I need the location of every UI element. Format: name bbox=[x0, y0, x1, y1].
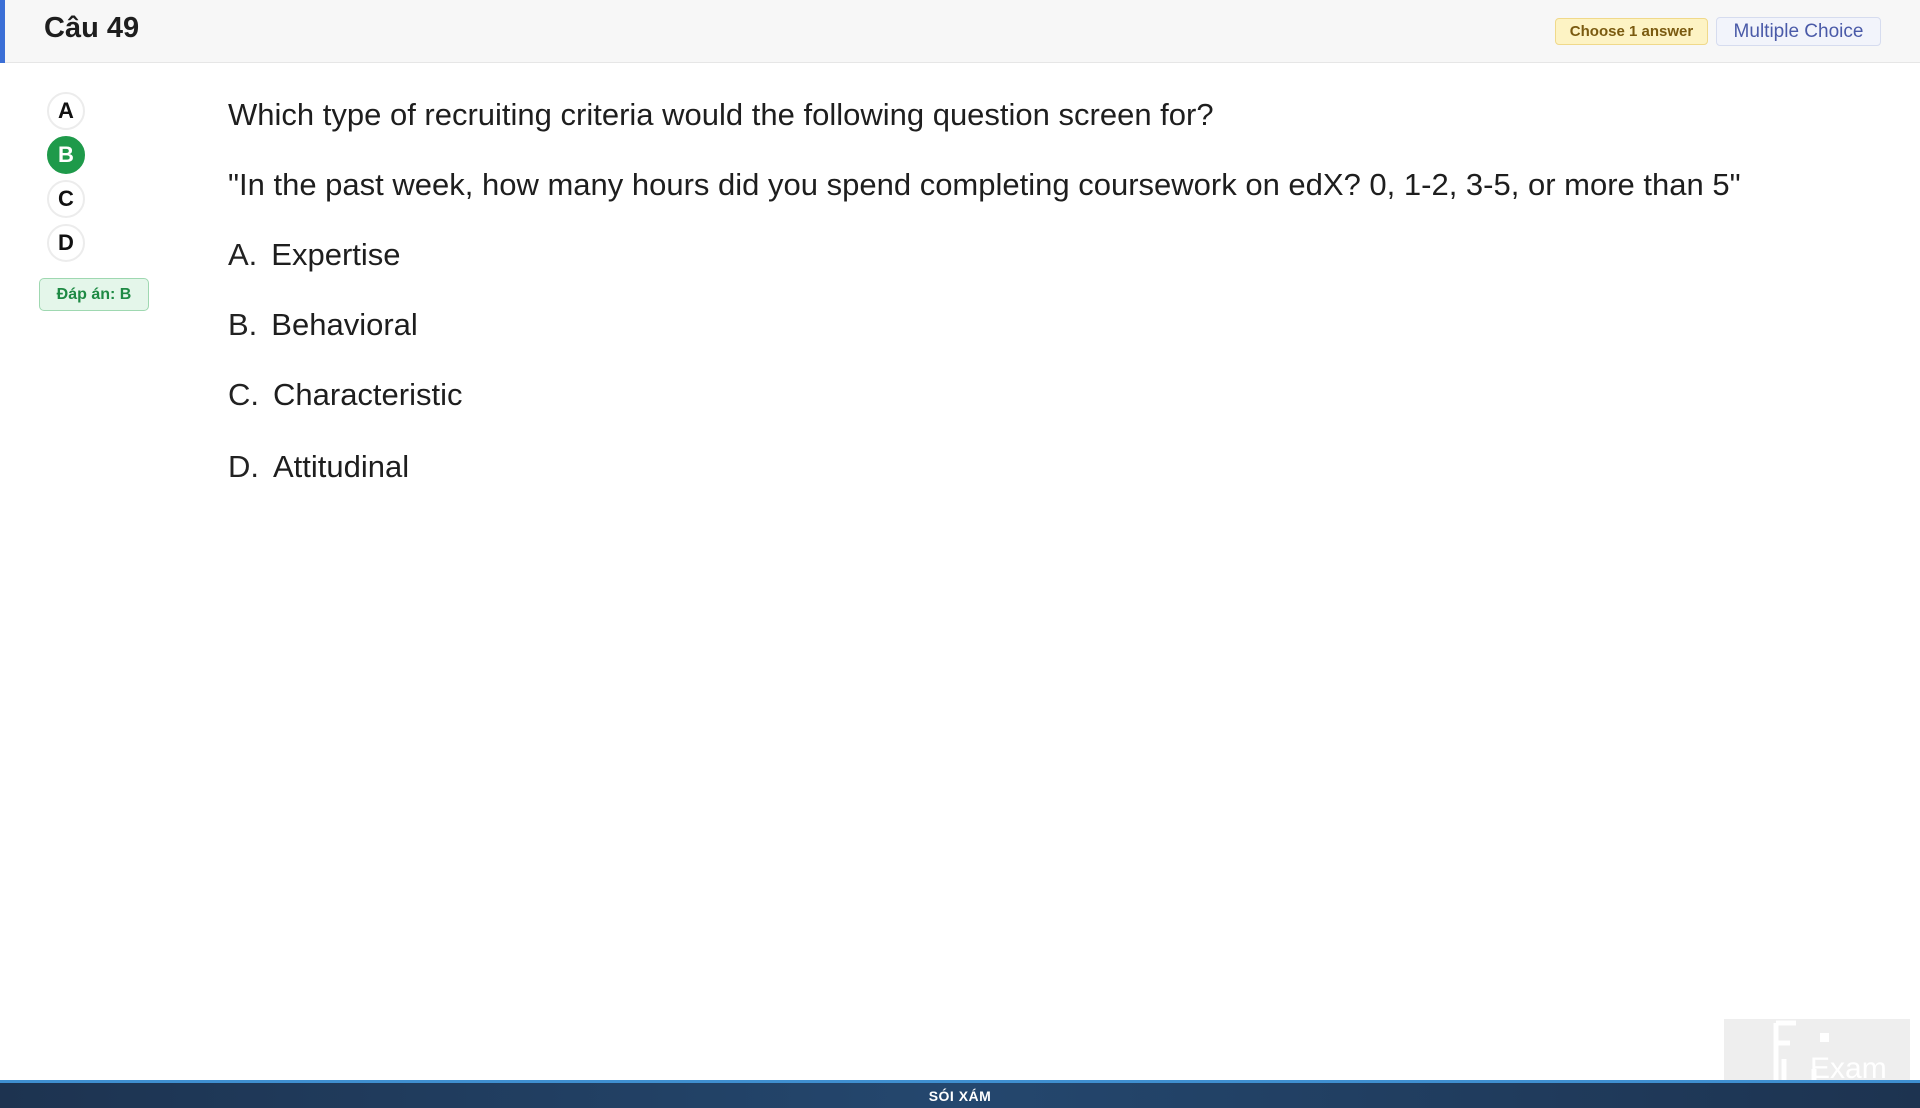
choice-a[interactable]: A. Expertise bbox=[228, 237, 401, 273]
footer-text: SÓI XÁM bbox=[928, 1087, 992, 1104]
question-prompt: Which type of recruiting criteria would … bbox=[228, 97, 1214, 132]
choice-text: Expertise bbox=[271, 237, 401, 272]
page: Câu 49 Choose 1 answer Multiple Choice A… bbox=[0, 0, 1920, 1108]
header-accent-bar bbox=[0, 0, 5, 63]
choice-c[interactable]: C. Characteristic bbox=[228, 377, 463, 413]
correct-answer-badge: Đáp án: B bbox=[39, 278, 149, 311]
choice-d[interactable]: D. Attitudinal bbox=[228, 449, 409, 485]
choice-text: Characteristic bbox=[273, 377, 463, 412]
option-a-button[interactable]: A bbox=[47, 92, 85, 130]
footer-bar: SÓI XÁM bbox=[0, 1080, 1920, 1108]
question-header: Câu 49 Choose 1 answer Multiple Choice bbox=[0, 0, 1920, 63]
question-number-title: Câu 49 bbox=[44, 12, 140, 44]
choice-b[interactable]: B. Behavioral bbox=[228, 307, 418, 343]
option-b-button[interactable]: B bbox=[47, 136, 85, 174]
question-quote: "In the past week, how many hours did yo… bbox=[228, 167, 1741, 202]
choose-count-badge: Choose 1 answer bbox=[1555, 18, 1708, 45]
option-d-button[interactable]: D bbox=[47, 224, 85, 262]
choice-text: Attitudinal bbox=[273, 449, 410, 484]
choice-letter: D. bbox=[228, 449, 259, 484]
option-c-button[interactable]: C bbox=[47, 180, 85, 218]
choice-letter: C. bbox=[228, 377, 259, 412]
choice-letter: B. bbox=[228, 307, 258, 342]
choice-letter: A. bbox=[228, 237, 258, 272]
choice-text: Behavioral bbox=[271, 307, 418, 342]
question-type-badge: Multiple Choice bbox=[1716, 17, 1881, 46]
